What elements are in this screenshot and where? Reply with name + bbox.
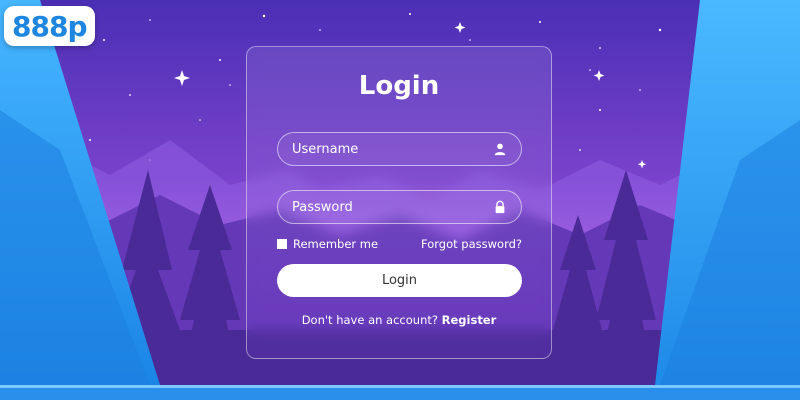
- password-input[interactable]: [278, 191, 483, 223]
- register-row: Don't have an account? Register: [247, 313, 551, 327]
- remember-me-checkbox[interactable]: [277, 239, 287, 249]
- user-icon: [494, 143, 506, 156]
- password-field[interactable]: [277, 190, 522, 224]
- username-field[interactable]: [277, 132, 522, 166]
- lock-icon: [495, 200, 505, 214]
- remember-me[interactable]: Remember me: [277, 237, 378, 251]
- remember-me-label: Remember me: [293, 237, 379, 251]
- login-title: Login: [358, 71, 440, 101]
- forgot-password-link[interactable]: Forgot password?: [421, 237, 522, 251]
- register-link[interactable]: Register: [442, 313, 497, 327]
- brand-logo[interactable]: 888p: [4, 6, 95, 46]
- login-card: Login Remember me Forgot password? Login…: [246, 46, 552, 359]
- register-prompt: Don't have an account?: [301, 313, 438, 327]
- username-input[interactable]: [278, 133, 483, 165]
- login-button[interactable]: Login: [277, 264, 522, 297]
- brand-logo-text: 888p: [12, 9, 87, 43]
